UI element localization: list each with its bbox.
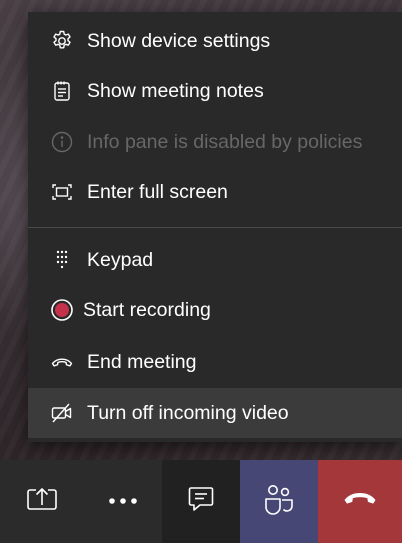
info-icon bbox=[49, 129, 75, 155]
share-screen-button[interactable] bbox=[0, 460, 84, 543]
video-off-icon bbox=[49, 400, 75, 426]
menu-item-start-recording[interactable]: Start recording bbox=[28, 285, 402, 335]
menu-item-label: Show device settings bbox=[87, 29, 271, 52]
chat-icon bbox=[186, 484, 216, 519]
participants-button[interactable] bbox=[240, 460, 318, 543]
menu-item-label: Enter full screen bbox=[87, 180, 228, 203]
menu-item-label: Info pane is disabled by policies bbox=[87, 130, 363, 153]
chat-button[interactable] bbox=[162, 460, 240, 543]
hang-up-icon bbox=[343, 490, 377, 513]
people-icon bbox=[262, 483, 296, 520]
keypad-icon bbox=[49, 247, 75, 273]
menu-item-keypad[interactable]: Keypad bbox=[28, 235, 402, 285]
menu-divider bbox=[28, 227, 402, 228]
menu-item-label: Keypad bbox=[87, 248, 154, 271]
fullscreen-icon bbox=[49, 179, 75, 205]
menu-item-end-meeting[interactable]: End meeting bbox=[28, 337, 402, 387]
menu-item-show-device-settings[interactable]: Show device settings bbox=[28, 16, 402, 66]
more-icon bbox=[106, 493, 140, 511]
menu-item-label: End meeting bbox=[87, 350, 197, 373]
share-screen-icon bbox=[25, 484, 59, 519]
call-controls-toolbar bbox=[0, 460, 402, 543]
record-icon bbox=[49, 297, 75, 323]
gear-icon bbox=[49, 28, 75, 54]
hang-up-button[interactable] bbox=[318, 460, 402, 543]
end-meeting-icon bbox=[49, 349, 75, 375]
more-actions-button[interactable] bbox=[84, 460, 162, 543]
menu-item-label: Turn off incoming video bbox=[87, 401, 289, 424]
menu-item-turn-off-incoming-video[interactable]: Turn off incoming video bbox=[28, 388, 402, 438]
menu-item-label: Show meeting notes bbox=[87, 79, 264, 102]
menu-item-info-pane-disabled: Info pane is disabled by policies bbox=[28, 117, 402, 167]
more-actions-menu: Show device settings Show meeting notes bbox=[28, 12, 402, 442]
menu-item-enter-full-screen[interactable]: Enter full screen bbox=[28, 167, 402, 217]
notes-icon bbox=[49, 78, 75, 104]
menu-item-label: Start recording bbox=[83, 298, 211, 321]
menu-item-show-meeting-notes[interactable]: Show meeting notes bbox=[28, 66, 402, 116]
